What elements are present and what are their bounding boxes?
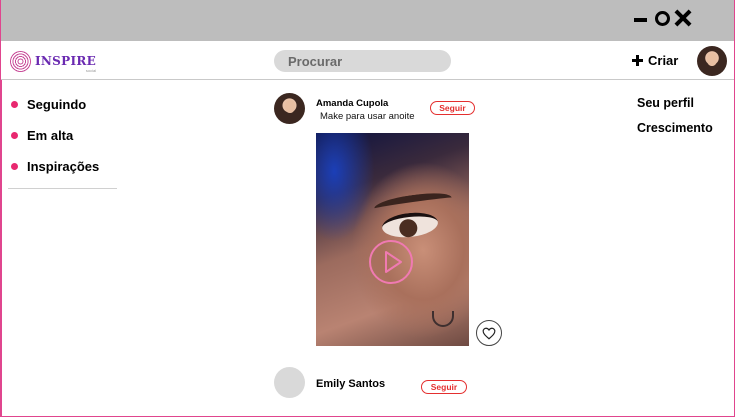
fingerprint-icon — [10, 51, 31, 72]
like-button[interactable] — [476, 320, 502, 346]
post-author-avatar[interactable] — [274, 367, 305, 398]
bullet-dot-icon — [11, 163, 18, 170]
menu-item-seu-perfil[interactable]: Seu perfil — [637, 96, 694, 110]
sidebar-item-label: Em alta — [27, 128, 74, 143]
play-icon[interactable] — [368, 239, 414, 285]
menu-item-crescimento[interactable]: Crescimento — [637, 121, 713, 135]
sidebar-item-label: Inspirações — [27, 159, 100, 174]
search-input[interactable] — [274, 50, 451, 72]
create-button[interactable]: Criar — [632, 53, 678, 68]
close-icon[interactable] — [675, 10, 691, 26]
video-frame-detail — [380, 210, 440, 240]
post-caption: Make para usar anoite — [320, 111, 415, 122]
sidebar-item-inspiracoes[interactable]: Inspirações — [11, 159, 99, 174]
post-author-name[interactable]: Amanda Cupola — [316, 98, 388, 109]
brand-name: INSPIRE — [35, 54, 97, 68]
sidebar-item-seguindo[interactable]: Seguindo — [11, 97, 86, 112]
maximize-icon[interactable] — [655, 11, 670, 26]
minimize-icon[interactable] — [634, 8, 648, 30]
video-frame-detail — [432, 311, 454, 327]
follow-button[interactable]: Seguir — [430, 101, 475, 115]
sidebar-divider — [8, 188, 117, 189]
app-window: INSPIRE social Criar Seguindo Em alta In… — [0, 0, 735, 417]
user-avatar[interactable] — [697, 46, 727, 76]
heart-icon — [482, 327, 496, 340]
title-bar — [1, 0, 734, 41]
sidebar-item-em-alta[interactable]: Em alta — [11, 128, 73, 143]
sidebar-item-label: Seguindo — [27, 97, 87, 112]
create-label: Criar — [648, 53, 679, 68]
brand-tagline: social — [85, 68, 97, 73]
post-author-avatar[interactable] — [274, 93, 305, 124]
post-author-name[interactable]: Emily Santos — [316, 378, 385, 390]
follow-button[interactable]: Seguir — [421, 380, 467, 394]
brand-wordmark: INSPIRE social — [35, 54, 97, 74]
app-header: INSPIRE social Criar — [1, 41, 734, 80]
plus-icon — [632, 55, 643, 66]
post-video-thumbnail[interactable] — [316, 133, 469, 346]
brand-logo[interactable]: INSPIRE social — [10, 51, 97, 74]
bullet-dot-icon — [11, 132, 18, 139]
bullet-dot-icon — [11, 101, 18, 108]
left-border-accent — [1, 80, 2, 416]
